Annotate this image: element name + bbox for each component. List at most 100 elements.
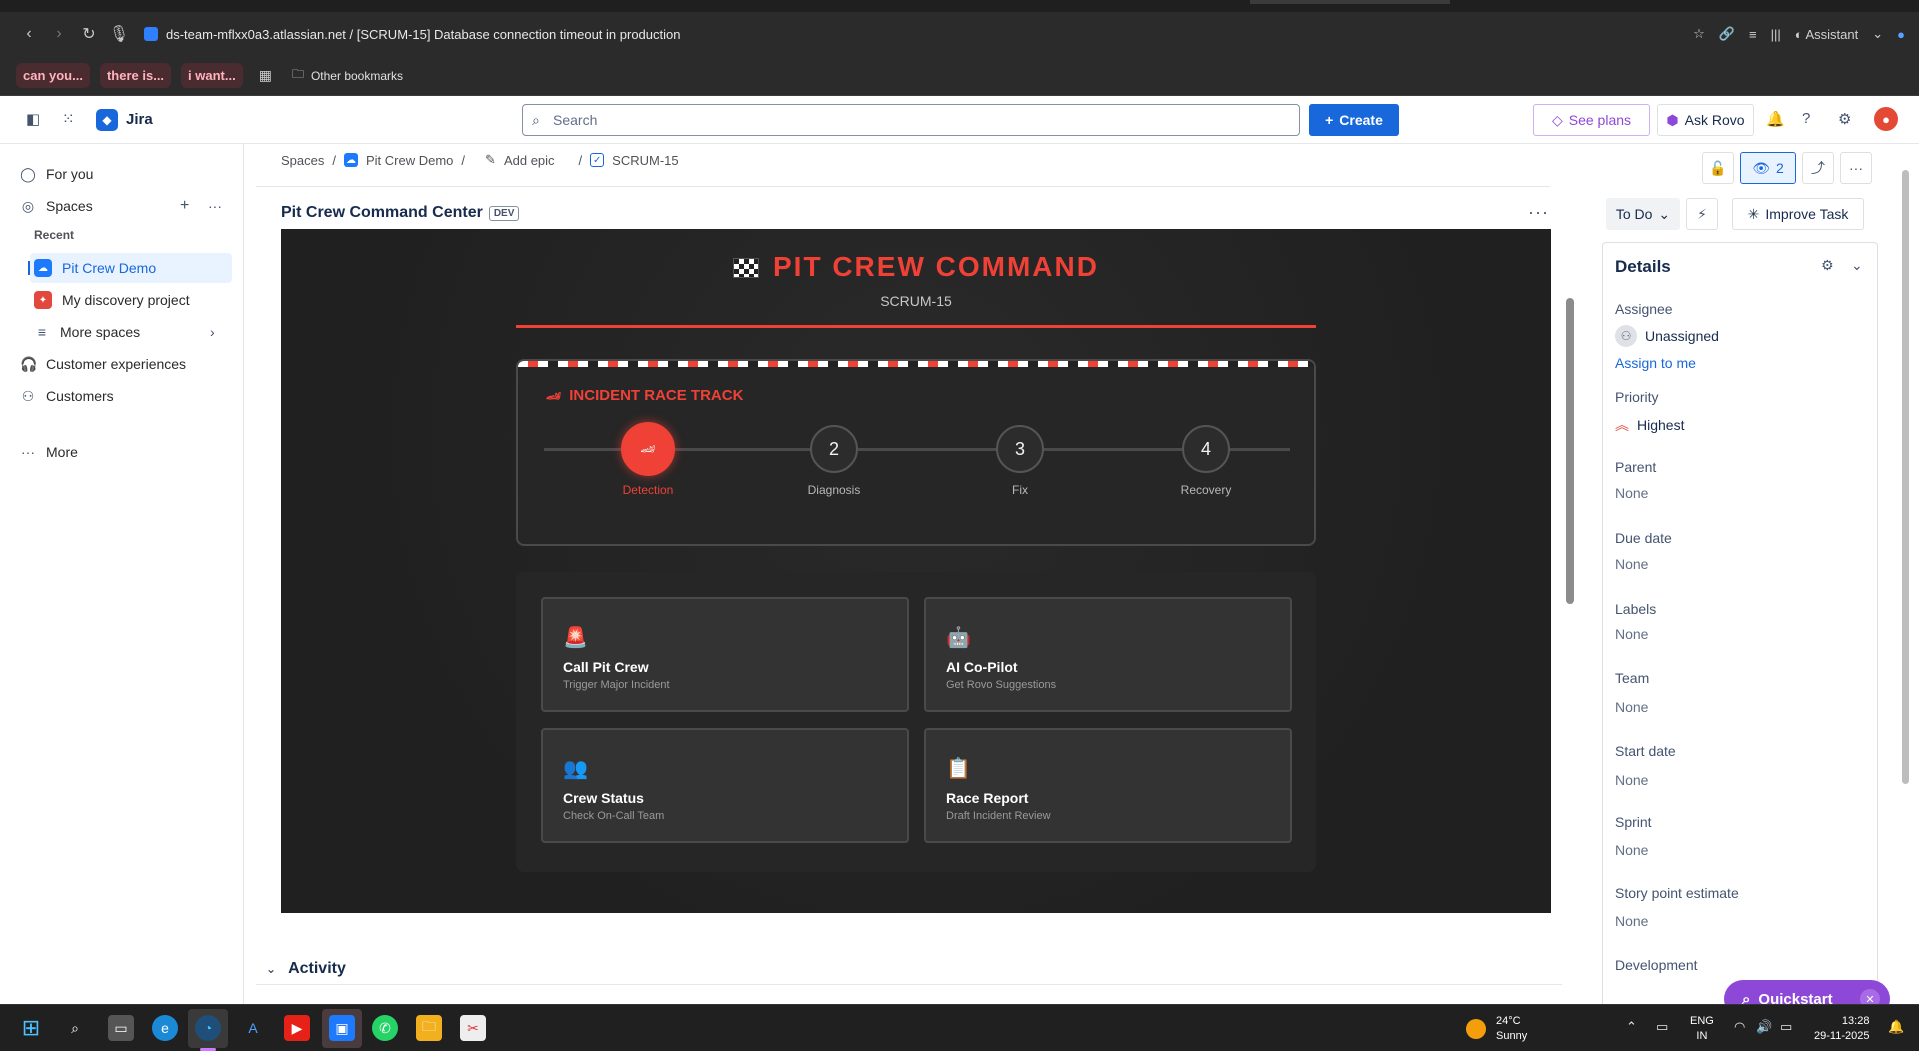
- search-icon[interactable]: ⌕: [62, 1015, 88, 1041]
- list-icon[interactable]: ≡: [1749, 27, 1757, 42]
- breadcrumb-project[interactable]: Pit Crew Demo: [366, 153, 453, 168]
- profile-icon[interactable]: ●: [1897, 27, 1905, 42]
- bell-icon[interactable]: 🔔: [1766, 110, 1785, 128]
- ai-co-pilot-card[interactable]: 🤖 AI Co-Pilot Get Rovo Suggestions: [924, 597, 1292, 712]
- activity-section-toggle[interactable]: ⌄ Activity: [266, 960, 346, 978]
- notification-bell-icon[interactable]: 🔔: [1888, 1019, 1904, 1035]
- app-switcher-icon[interactable]: ⁙: [62, 110, 75, 128]
- microphone-icon[interactable]: 🎙: [104, 19, 134, 49]
- help-icon[interactable]: ?: [1802, 110, 1810, 127]
- lightning-icon[interactable]: ⚡: [1686, 198, 1718, 230]
- parent-value[interactable]: None: [1615, 485, 1648, 501]
- audio-icon[interactable]: |||: [1771, 27, 1781, 42]
- assign-to-me-link[interactable]: Assign to me: [1615, 355, 1696, 371]
- site-favicon-icon: [144, 27, 158, 41]
- crew-status-card[interactable]: 👥 Crew Status Check On-Call Team: [541, 728, 909, 843]
- labels-value[interactable]: None: [1615, 626, 1648, 642]
- main-scrollbar-thumb[interactable]: [1566, 298, 1574, 604]
- status-value: To Do: [1615, 206, 1653, 222]
- stage-recovery[interactable]: 4 Recovery: [1146, 425, 1266, 497]
- volume-icon[interactable]: 🔊: [1756, 1019, 1772, 1035]
- breadcrumb-spaces[interactable]: Spaces: [281, 153, 324, 168]
- add-space-icon[interactable]: +: [180, 197, 189, 215]
- chevron-down-icon[interactable]: ⌄: [1851, 257, 1863, 274]
- bookmark-chip[interactable]: can you...: [16, 63, 90, 88]
- sidebar-item-label: More: [46, 444, 78, 460]
- call-pit-crew-card[interactable]: 🚨 Call Pit Crew Trigger Major Incident: [541, 597, 909, 712]
- card-title: Call Pit Crew: [563, 659, 649, 675]
- stage-fix[interactable]: 3 Fix: [960, 425, 1080, 497]
- forward-icon[interactable]: ›: [44, 19, 74, 49]
- jira-logo[interactable]: ◆ Jira: [96, 108, 153, 131]
- app-a-icon[interactable]: A: [240, 1015, 266, 1041]
- apps-grid-icon[interactable]: ▦: [259, 67, 272, 84]
- back-icon[interactable]: ‹: [14, 19, 44, 49]
- battery-icon[interactable]: ▭: [1780, 1019, 1792, 1035]
- priority-field[interactable]: ︽ Highest: [1615, 415, 1684, 435]
- file-explorer-icon[interactable]: 🗀: [416, 1015, 442, 1041]
- user-avatar[interactable]: ●: [1874, 107, 1898, 131]
- task-view-icon[interactable]: ▭: [108, 1015, 134, 1041]
- breadcrumb-issue-key[interactable]: SCRUM-15: [612, 153, 678, 168]
- start-date-value[interactable]: None: [1615, 772, 1648, 788]
- sidebar-item-customer-experiences[interactable]: 🎧 Customer experiences: [20, 350, 186, 378]
- youtube-icon[interactable]: ▶: [284, 1015, 310, 1041]
- chevron-up-icon[interactable]: ⌃: [1626, 1019, 1637, 1035]
- chevron-down-icon[interactable]: ⌄: [1872, 26, 1883, 42]
- gear-icon[interactable]: ⚙: [1821, 257, 1834, 274]
- weather-widget[interactable]: 24°C Sunny: [1466, 1014, 1527, 1044]
- checkered-flag-icon: [733, 258, 759, 278]
- share-icon[interactable]: ⤴: [1802, 152, 1834, 184]
- wifi-icon[interactable]: ◠: [1734, 1019, 1745, 1035]
- more-icon[interactable]: ···: [208, 198, 222, 214]
- sidebar-toggle-icon[interactable]: ◧: [26, 110, 40, 128]
- breadcrumb-add-epic[interactable]: Add epic: [504, 153, 555, 168]
- sidebar-item-more[interactable]: ··· More: [20, 438, 78, 466]
- race-report-card[interactable]: 📋 Race Report Draft Incident Review: [924, 728, 1292, 843]
- see-plans-button[interactable]: ◇ See plans: [1533, 104, 1650, 136]
- sidebar-item-customers[interactable]: ⚇ Customers: [20, 382, 114, 410]
- other-bookmarks-folder[interactable]: 🗀 Other bookmarks: [292, 65, 403, 86]
- assignee-field[interactable]: ⚇ Unassigned: [1615, 325, 1719, 347]
- sidebar-item-for-you[interactable]: ◯ For you: [20, 160, 93, 188]
- due-date-value[interactable]: None: [1615, 556, 1648, 572]
- sidebar-item-more-spaces[interactable]: ≡ More spaces ›: [34, 318, 230, 346]
- link-icon[interactable]: 🔗: [1719, 26, 1735, 42]
- sidebar-item-spaces[interactable]: ◎ Spaces + ···: [20, 192, 230, 220]
- whatsapp-icon[interactable]: ✆: [372, 1015, 398, 1041]
- assistant-button[interactable]: ◐ Assistant: [1795, 27, 1859, 42]
- language-indicator[interactable]: ENG IN: [1690, 1014, 1714, 1044]
- create-button[interactable]: + Create: [1309, 104, 1399, 136]
- app-more-icon[interactable]: ···: [1528, 202, 1549, 223]
- browser-tab-active[interactable]: [1250, 0, 1450, 4]
- team-value[interactable]: None: [1615, 699, 1648, 715]
- details-scrollbar-thumb[interactable]: [1902, 170, 1909, 784]
- bookmark-chip[interactable]: i want...: [181, 63, 243, 88]
- edge-browser-icon[interactable]: e: [152, 1015, 178, 1041]
- stage-detection[interactable]: 🏎 Detection: [588, 422, 708, 497]
- snipping-tool-icon[interactable]: ✂: [460, 1015, 486, 1041]
- system-clock[interactable]: 13:28 29-11-2025: [1814, 1014, 1869, 1044]
- bookmark-chip[interactable]: there is...: [99, 63, 172, 88]
- stage-diagnosis[interactable]: 2 Diagnosis: [774, 425, 894, 497]
- star-icon[interactable]: ☆: [1693, 26, 1705, 42]
- story-point-value[interactable]: None: [1615, 913, 1648, 929]
- windows-start-icon[interactable]: ⊞: [18, 1015, 44, 1041]
- sidebar-item-pit-crew-demo[interactable]: ☁ Pit Crew Demo: [34, 254, 156, 282]
- jira-taskbar-icon[interactable]: ▣: [329, 1015, 355, 1041]
- search-input[interactable]: ⌕ Search: [522, 104, 1300, 136]
- sidebar-item-my-discovery-project[interactable]: ✦ My discovery project: [34, 286, 190, 314]
- gear-icon[interactable]: ⚙: [1838, 110, 1851, 128]
- more-actions-icon[interactable]: ···: [1840, 152, 1872, 184]
- status-dropdown[interactable]: To Do ⌄: [1606, 198, 1680, 230]
- sprint-value[interactable]: None: [1615, 842, 1648, 858]
- watch-button[interactable]: 👁 2: [1740, 152, 1796, 184]
- lock-icon[interactable]: 🔓: [1702, 152, 1734, 184]
- display-icon[interactable]: ▭: [1656, 1019, 1668, 1035]
- reload-icon[interactable]: ↻: [74, 19, 104, 49]
- ask-rovo-button[interactable]: ⬢ Ask Rovo: [1657, 104, 1754, 136]
- improve-task-button[interactable]: ✳ Improve Task: [1732, 198, 1864, 230]
- recent-header: Recent: [34, 228, 75, 242]
- address-bar[interactable]: ds-team-mflxx0a3.atlassian.net / [SCRUM-…: [144, 27, 680, 42]
- browser-app-icon[interactable]: ◔: [195, 1015, 221, 1041]
